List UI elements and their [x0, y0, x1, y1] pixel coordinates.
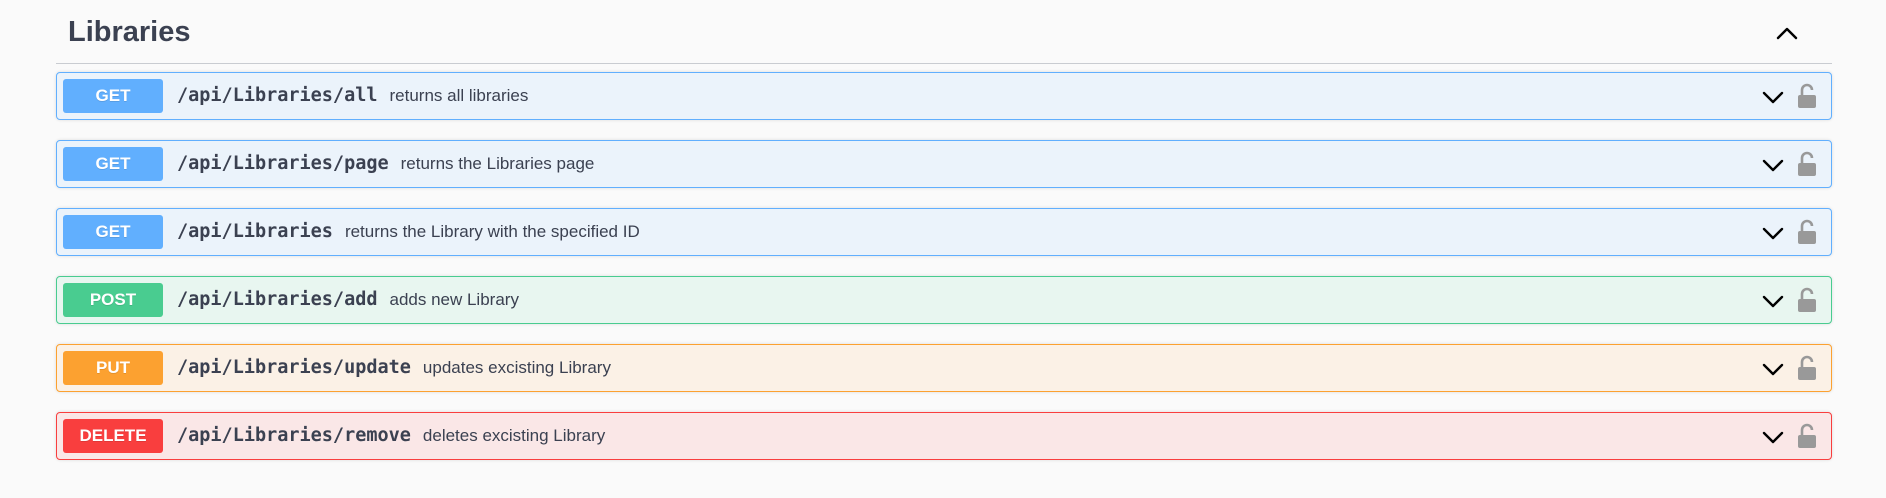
unlocked-icon[interactable] — [1795, 354, 1819, 382]
endpoint-path-text: /api/Libraries/page — [177, 153, 389, 174]
endpoint-path: /api/Libraries returns the Library with t… — [177, 209, 640, 255]
libraries-section: Libraries GET /api/Libraries/all returns … — [56, 0, 1832, 480]
endpoint-path-text: /api/Libraries/remove — [177, 425, 411, 446]
method-badge: PUT — [63, 351, 163, 385]
chevron-down-icon[interactable] — [1759, 219, 1787, 247]
operations-list: GET /api/Libraries/all returns all librar… — [56, 72, 1832, 460]
chevron-down-icon[interactable] — [1759, 287, 1787, 315]
endpoint-path: /api/Libraries/all returns all libraries — [177, 73, 528, 119]
operation-get-libraries-page[interactable]: GET /api/Libraries/page returns the Libra… — [56, 140, 1832, 188]
endpoint-path-text: /api/Libraries/update — [177, 357, 411, 378]
chevron-down-icon[interactable] — [1759, 423, 1787, 451]
endpoint-path: /api/Libraries/add adds new Library — [177, 277, 519, 323]
chevron-down-icon[interactable] — [1759, 83, 1787, 111]
endpoint-summary: deletes excisting Library — [422, 426, 606, 445]
unlocked-icon[interactable] — [1795, 150, 1819, 178]
chevron-down-icon[interactable] — [1759, 151, 1787, 179]
endpoint-path: /api/Libraries/update updates excisting L… — [177, 345, 611, 391]
method-badge: GET — [63, 215, 163, 249]
chevron-down-icon[interactable] — [1759, 355, 1787, 383]
endpoint-summary: adds new Library — [389, 290, 519, 309]
section-title: Libraries — [68, 16, 191, 48]
operation-get-libraries-all[interactable]: GET /api/Libraries/all returns all librar… — [56, 72, 1832, 120]
unlocked-icon[interactable] — [1795, 286, 1819, 314]
operation-put-libraries-update[interactable]: PUT /api/Libraries/update updates excisti… — [56, 344, 1832, 392]
method-badge: GET — [63, 79, 163, 113]
unlocked-icon[interactable] — [1795, 218, 1819, 246]
endpoint-summary: returns the Libraries page — [400, 154, 595, 173]
unlocked-icon[interactable] — [1795, 82, 1819, 110]
endpoint-summary: returns all libraries — [389, 86, 529, 105]
operation-post-libraries-add[interactable]: POST /api/Libraries/add adds new Library — [56, 276, 1832, 324]
operation-get-library-by-id[interactable]: GET /api/Libraries returns the Library wi… — [56, 208, 1832, 256]
endpoint-path-text: /api/Libraries/all — [177, 85, 378, 106]
method-badge: GET — [63, 147, 163, 181]
endpoint-path-text: /api/Libraries/add — [177, 289, 378, 310]
endpoint-summary: returns the Library with the specified I… — [344, 222, 640, 241]
endpoint-path: /api/Libraries/page returns the Libraries… — [177, 141, 594, 187]
section-header[interactable]: Libraries — [56, 0, 1832, 64]
method-badge: POST — [63, 283, 163, 317]
endpoint-path: /api/Libraries/remove deletes excisting L… — [177, 413, 605, 459]
endpoint-summary: updates excisting Library — [422, 358, 611, 377]
unlocked-icon[interactable] — [1795, 422, 1819, 450]
endpoint-path-text: /api/Libraries — [177, 221, 333, 242]
operation-delete-libraries-remove[interactable]: DELETE /api/Libraries/remove deletes exci… — [56, 412, 1832, 460]
method-badge: DELETE — [63, 419, 163, 453]
chevron-up-icon[interactable] — [1772, 18, 1802, 48]
